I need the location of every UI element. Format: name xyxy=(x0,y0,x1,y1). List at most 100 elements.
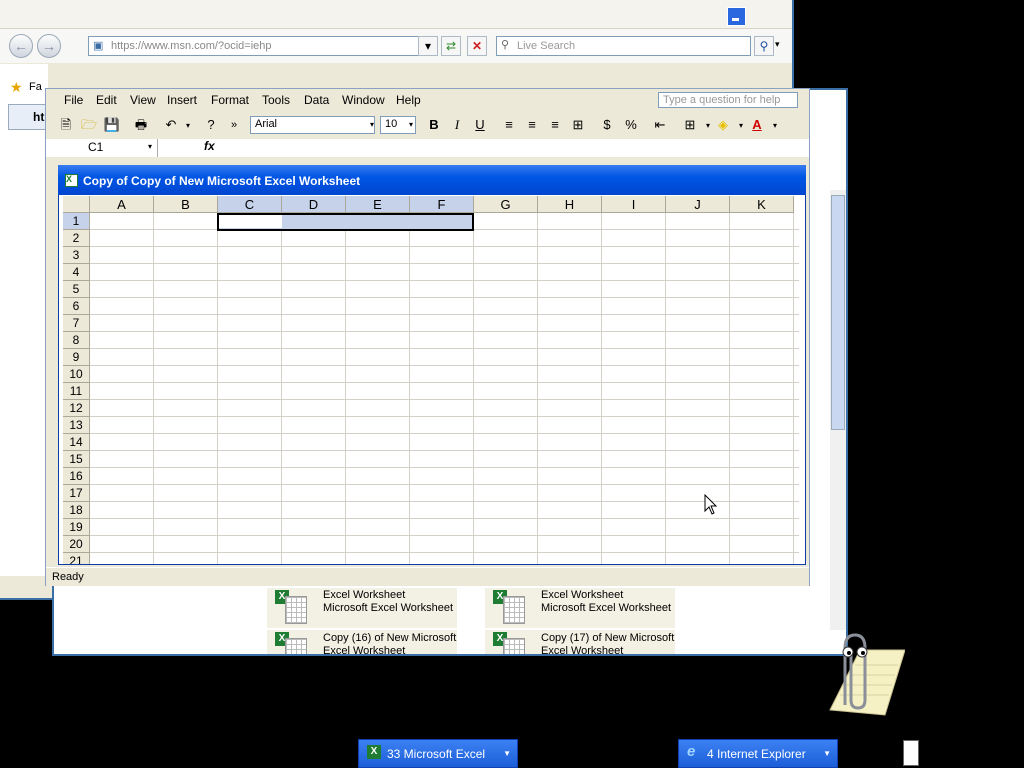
row-header[interactable]: 18 xyxy=(63,502,90,519)
merge-center-icon[interactable]: ⊞ xyxy=(568,115,588,135)
row-header[interactable]: 1 xyxy=(63,213,90,230)
row-header[interactable]: 9 xyxy=(63,349,90,366)
row-header[interactable]: 5 xyxy=(63,281,90,298)
toolbar-options-icon[interactable]: » xyxy=(224,115,244,135)
row-header[interactable]: 11 xyxy=(63,383,90,400)
align-right-icon[interactable]: ≡ xyxy=(545,115,565,135)
column-header[interactable]: J xyxy=(666,196,730,213)
file-item[interactable]: X Excel Worksheet Microsoft Excel Worksh… xyxy=(485,588,675,628)
new-document-icon[interactable]: 🗎 xyxy=(56,115,76,135)
row-header[interactable]: 4 xyxy=(63,264,90,281)
file-name-line2: Excel Worksheet xyxy=(323,645,406,654)
row-header[interactable]: 8 xyxy=(63,332,90,349)
active-cell[interactable] xyxy=(219,215,282,228)
font-color-icon[interactable]: A xyxy=(747,115,767,135)
font-dropdown-icon[interactable]: ▾ xyxy=(362,115,382,135)
keyboard-icon[interactable] xyxy=(903,740,919,766)
menu-view[interactable]: View xyxy=(130,93,156,107)
borders-icon[interactable]: ⊞ xyxy=(680,115,700,135)
taskbar-ie-group[interactable]: e 4 Internet Explorer ▼ xyxy=(678,739,838,768)
column-header[interactable]: K xyxy=(730,196,794,213)
formula-bar[interactable] xyxy=(46,139,809,157)
column-header[interactable]: A xyxy=(90,196,154,213)
office-assistant-icon[interactable] xyxy=(810,630,905,720)
column-header[interactable]: G xyxy=(474,196,538,213)
help-question-input[interactable]: Type a question for help xyxy=(658,92,798,108)
font-color-dropdown-icon[interactable]: ▾ xyxy=(765,116,785,136)
refresh-icon[interactable]: ⇄ xyxy=(441,36,461,56)
back-icon[interactable]: ← xyxy=(9,34,33,58)
cells-area[interactable] xyxy=(90,213,799,564)
column-header[interactable]: E xyxy=(346,196,410,213)
row-header[interactable]: 10 xyxy=(63,366,90,383)
workbook-titlebar[interactable]: Copy of Copy of New Microsoft Excel Work… xyxy=(58,165,806,195)
size-dropdown-icon[interactable]: ▾ xyxy=(401,115,421,135)
row-header[interactable]: 7 xyxy=(63,315,90,332)
menu-data[interactable]: Data xyxy=(304,93,329,107)
stop-icon[interactable]: ✕ xyxy=(467,36,487,56)
row-header[interactable]: 14 xyxy=(63,434,90,451)
menu-edit[interactable]: Edit xyxy=(96,93,117,107)
column-header[interactable]: D xyxy=(282,196,346,213)
taskbar-excel-group[interactable]: X 33 Microsoft Excel ▼ xyxy=(358,739,518,768)
row-header[interactable]: 15 xyxy=(63,451,90,468)
minimize-button[interactable] xyxy=(727,7,746,26)
fill-color-icon[interactable]: ◈ xyxy=(713,115,733,135)
row-header[interactable]: 20 xyxy=(63,536,90,553)
name-box-dropdown-icon[interactable]: ▾ xyxy=(148,142,152,151)
name-box[interactable]: C1 xyxy=(46,139,158,157)
row-header[interactable]: 16 xyxy=(63,468,90,485)
file-item[interactable]: X Copy (17) of New Microsoft Excel Works… xyxy=(485,630,675,654)
address-dropdown-icon[interactable]: ▾ xyxy=(418,36,438,56)
file-item[interactable]: X Excel Worksheet Microsoft Excel Worksh… xyxy=(267,588,457,628)
font-name-select[interactable]: Arial xyxy=(250,116,375,134)
ie-tab[interactable]: ht xyxy=(8,104,46,130)
address-bar[interactable]: ▣ https://www.msn.com/?ocid=iehp xyxy=(88,36,435,56)
column-header[interactable]: H xyxy=(538,196,602,213)
file-item[interactable]: X Copy (16) of New Microsoft Excel Works… xyxy=(267,630,457,654)
bold-icon[interactable]: B xyxy=(424,115,444,135)
row-header[interactable]: 17 xyxy=(63,485,90,502)
row-header[interactable]: 21 xyxy=(63,553,90,564)
file-name-line1: Excel Worksheet xyxy=(323,589,406,601)
print-icon[interactable]: 🖶 xyxy=(131,115,151,135)
open-folder-icon[interactable]: 🗁 xyxy=(79,115,99,135)
menu-file[interactable]: File xyxy=(64,93,83,107)
column-header[interactable]: C xyxy=(218,196,282,213)
column-header[interactable]: B xyxy=(154,196,218,213)
column-header[interactable]: F xyxy=(410,196,474,213)
favorites-label[interactable]: Fa xyxy=(29,81,42,93)
percent-icon[interactable]: % xyxy=(621,115,641,135)
menu-help[interactable]: Help xyxy=(396,93,421,107)
select-all-corner[interactable] xyxy=(63,196,90,213)
italic-icon[interactable]: I xyxy=(447,115,467,135)
menu-tools[interactable]: Tools xyxy=(262,93,290,107)
undo-dropdown-icon[interactable]: ▾ xyxy=(178,116,198,136)
search-options-icon[interactable]: ▾ xyxy=(775,39,780,50)
menu-format[interactable]: Format xyxy=(211,93,249,107)
worksheet-grid[interactable]: A B C D E F G H I J K 1 2 3 4 5 6 7 8 9 10 11 12 13 14 15 16 17 18 19… xyxy=(63,196,799,564)
menu-window[interactable]: Window xyxy=(342,93,385,107)
row-header[interactable]: 3 xyxy=(63,247,90,264)
insert-function-icon[interactable]: fx xyxy=(204,139,215,153)
save-icon[interactable]: 💾 xyxy=(102,115,122,135)
favorites-star-icon[interactable]: ★ xyxy=(10,79,23,96)
excel-doc-icon[interactable] xyxy=(65,174,78,187)
row-header[interactable]: 12 xyxy=(63,400,90,417)
forward-icon[interactable]: → xyxy=(37,34,61,58)
row-header[interactable]: 2 xyxy=(63,230,90,247)
row-header[interactable]: 6 xyxy=(63,298,90,315)
decrease-indent-icon[interactable]: ⇤ xyxy=(650,115,670,135)
row-header[interactable]: 13 xyxy=(63,417,90,434)
search-go-icon[interactable]: ⚲ xyxy=(754,36,774,56)
menu-insert[interactable]: Insert xyxy=(167,93,197,107)
explorer-scroll-thumb[interactable] xyxy=(831,195,845,430)
help-icon[interactable]: ? xyxy=(201,115,221,135)
row-header[interactable]: 19 xyxy=(63,519,90,536)
align-center-icon[interactable]: ≡ xyxy=(522,115,542,135)
search-input[interactable]: ⚲ Live Search xyxy=(496,36,751,56)
underline-icon[interactable]: U xyxy=(470,115,490,135)
align-left-icon[interactable]: ≡ xyxy=(499,115,519,135)
currency-icon[interactable]: $ xyxy=(597,115,617,135)
column-header[interactable]: I xyxy=(602,196,666,213)
